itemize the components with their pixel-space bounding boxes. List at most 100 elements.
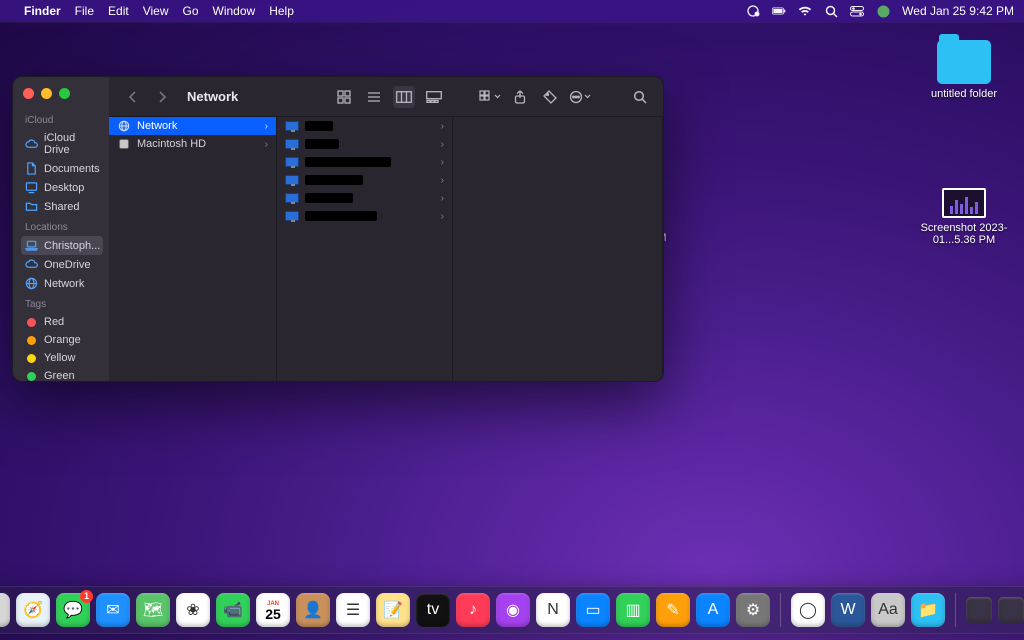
tag-dot-icon — [27, 336, 36, 345]
sidebar-item-green[interactable]: Green — [21, 367, 103, 382]
group-button[interactable] — [479, 86, 501, 108]
dock-recent-folder[interactable]: 📁 — [911, 593, 945, 627]
dock-settings[interactable]: ⚙︎ — [736, 593, 770, 627]
view-list-button[interactable] — [363, 86, 385, 108]
dock-mini1[interactable] — [966, 597, 992, 623]
dock-mail[interactable]: ✉︎ — [96, 593, 130, 627]
dock-launchpad[interactable]: ▦ — [0, 593, 10, 627]
tag-dot-icon — [27, 318, 36, 327]
sidebar-item-orange[interactable]: Orange — [21, 331, 103, 349]
screenshot-thumb-icon — [942, 188, 986, 218]
status-icon[interactable] — [746, 4, 760, 18]
network-computer-row[interactable]: › — [277, 189, 452, 207]
redacted-label — [305, 211, 377, 221]
desktop-folder[interactable]: untitled folder — [916, 40, 1012, 100]
dock-music[interactable]: ♪ — [456, 593, 490, 627]
dock-podcasts[interactable]: ◉ — [496, 593, 530, 627]
dock-word[interactable]: W — [831, 593, 865, 627]
menu-edit[interactable]: Edit — [108, 4, 129, 18]
maximize-button[interactable] — [59, 88, 70, 99]
dock-numbers[interactable]: ▥ — [616, 593, 650, 627]
column-row-network[interactable]: Network› — [109, 117, 276, 135]
column-2[interactable]: ›››››› — [277, 117, 453, 381]
column-1[interactable]: Network› Macintosh HD › — [109, 117, 277, 381]
dock-appstore[interactable]: A — [696, 593, 730, 627]
sidebar-item-onedrive[interactable]: OneDrive — [21, 255, 103, 274]
app-name[interactable]: Finder — [24, 4, 61, 18]
wifi-icon[interactable] — [798, 4, 812, 18]
sidebar-item-shared[interactable]: Shared — [21, 197, 103, 216]
doc-icon — [25, 162, 38, 175]
dock-safari[interactable]: 🧭 — [16, 593, 50, 627]
network-computer-row[interactable]: › — [277, 153, 452, 171]
tag-button[interactable] — [539, 86, 561, 108]
menu-view[interactable]: View — [143, 4, 169, 18]
dock-photos[interactable]: ❀ — [176, 593, 210, 627]
dock-chrome[interactable]: ◯ — [791, 593, 825, 627]
menu-window[interactable]: Window — [213, 4, 256, 18]
sidebar-item-red[interactable]: Red — [21, 313, 103, 331]
user-icon[interactable] — [876, 4, 890, 18]
desktop-screenshot[interactable]: Screenshot 2023-01...5.36 PM — [916, 188, 1012, 246]
dock-appletv[interactable]: tv — [416, 593, 450, 627]
dock-fontbook[interactable]: Aa — [871, 593, 905, 627]
dock-pages[interactable]: ✎ — [656, 593, 690, 627]
column-row-macintosh-hd[interactable]: Macintosh HD › — [109, 135, 276, 153]
globe-icon — [25, 277, 38, 290]
column-3[interactable] — [453, 117, 663, 381]
action-button[interactable] — [569, 86, 591, 108]
chevron-right-icon: › — [265, 139, 268, 150]
sidebar-item-christoph-[interactable]: Christoph... — [21, 236, 103, 255]
tag-dot-icon — [27, 354, 36, 363]
badge: 1 — [80, 590, 93, 603]
sidebar-item-documents[interactable]: Documents — [21, 159, 103, 178]
dock-maps[interactable]: 🗺 — [136, 593, 170, 627]
chevron-right-icon: › — [441, 175, 444, 186]
computer-icon — [285, 210, 299, 222]
forward-button[interactable] — [151, 86, 173, 108]
menu-go[interactable]: Go — [183, 4, 199, 18]
desktop-screenshot-label: Screenshot 2023-01...5.36 PM — [916, 222, 1012, 246]
view-icon-button[interactable] — [333, 86, 355, 108]
sidebar-item-yellow[interactable]: Yellow — [21, 349, 103, 367]
search-button[interactable] — [629, 86, 651, 108]
minimize-button[interactable] — [41, 88, 52, 99]
dock-messages[interactable]: 💬1 — [56, 593, 90, 627]
share-button[interactable] — [509, 86, 531, 108]
dock-contacts[interactable]: 👤 — [296, 593, 330, 627]
dock-keynote[interactable]: ▭ — [576, 593, 610, 627]
network-computer-row[interactable]: › — [277, 171, 452, 189]
computer-icon — [285, 138, 299, 150]
network-computer-row[interactable]: › — [277, 207, 452, 225]
sidebar-item-desktop[interactable]: Desktop — [21, 178, 103, 197]
dock-mini2[interactable] — [998, 597, 1024, 623]
view-gallery-button[interactable] — [423, 86, 445, 108]
menu-file[interactable]: File — [75, 4, 94, 18]
battery-icon[interactable] — [772, 4, 786, 18]
clock[interactable]: Wed Jan 25 9:42 PM — [902, 4, 1014, 18]
computer-icon — [285, 192, 299, 204]
globe-icon — [117, 120, 131, 132]
dock-notes[interactable]: 📝 — [376, 593, 410, 627]
sidebar-header: Tags — [25, 299, 103, 310]
column-view: Network›Macintosh HD› ›››››› — [109, 117, 663, 381]
network-computer-row[interactable]: › — [277, 117, 452, 135]
dock-news[interactable]: N — [536, 593, 570, 627]
row-label: Macintosh HD — [137, 138, 206, 150]
dock-facetime[interactable]: 📹 — [216, 593, 250, 627]
view-column-button[interactable] — [393, 86, 415, 108]
close-button[interactable] — [23, 88, 34, 99]
back-button[interactable] — [121, 86, 143, 108]
network-computer-row[interactable]: › — [277, 135, 452, 153]
control-center-icon[interactable] — [850, 4, 864, 18]
dock-reminders[interactable]: ☰ — [336, 593, 370, 627]
folder-icon — [937, 40, 991, 84]
redacted-label — [305, 139, 339, 149]
sidebar-item-network[interactable]: Network — [21, 274, 103, 293]
window-controls — [21, 85, 103, 109]
dock-calendar[interactable]: JAN25 — [256, 593, 290, 627]
folder-icon — [25, 200, 38, 213]
sidebar-item-icloud-drive[interactable]: iCloud Drive — [21, 129, 103, 159]
spotlight-icon[interactable] — [824, 4, 838, 18]
menu-help[interactable]: Help — [269, 4, 294, 18]
